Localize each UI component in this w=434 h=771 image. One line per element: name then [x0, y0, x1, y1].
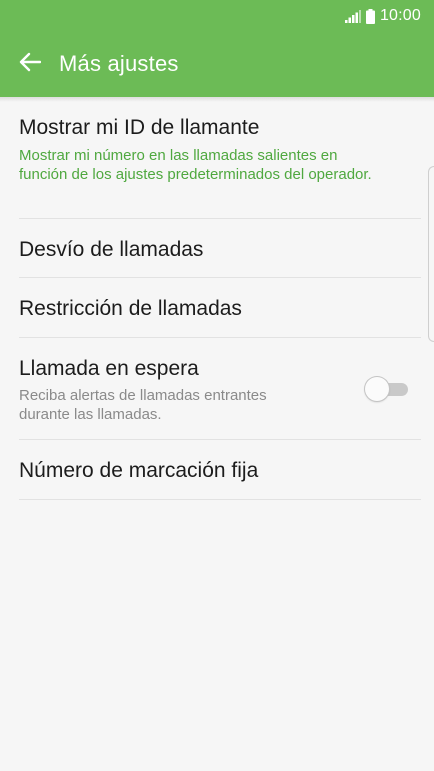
- back-button[interactable]: [12, 48, 48, 80]
- list-item-call-waiting[interactable]: Llamada en espera Reciba alertas de llam…: [19, 338, 421, 440]
- item-title: Llamada en espera: [19, 357, 199, 380]
- signal-icon: [344, 9, 361, 23]
- page-title: Más ajustes: [59, 51, 179, 76]
- status-time: 10:00: [379, 7, 421, 24]
- arrow-left-icon: [19, 52, 42, 77]
- edge-panel-handle[interactable]: [428, 166, 434, 342]
- item-title: Restricción de llamadas: [19, 297, 242, 320]
- settings-list: Mostrar mi ID de llamante Mostrar mi núm…: [0, 97, 434, 500]
- toggle-thumb: [365, 377, 389, 401]
- list-item-call-barring[interactable]: Restricción de llamadas: [19, 278, 421, 338]
- status-bar: 10:00: [0, 0, 434, 34]
- battery-icon: [365, 8, 375, 24]
- call-waiting-toggle[interactable]: [365, 376, 411, 402]
- list-item-call-forwarding[interactable]: Desvío de llamadas: [19, 219, 421, 278]
- item-subtitle: Reciba alertas de llamadas entrantes dur…: [19, 387, 267, 423]
- item-title: Número de marcación fija: [19, 459, 259, 482]
- item-title: Desvío de llamadas: [19, 238, 204, 261]
- item-title: Mostrar mi ID de llamante: [19, 116, 260, 139]
- item-subtitle: Mostrar mi número en las llamadas salien…: [19, 147, 372, 183]
- list-item-caller-id[interactable]: Mostrar mi ID de llamante Mostrar mi núm…: [19, 97, 421, 219]
- status-icons: 10:00: [344, 6, 421, 26]
- list-item-fixed-dialing[interactable]: Número de marcación fija: [19, 440, 421, 500]
- app-header: 10:00 Más ajustes: [0, 0, 434, 97]
- toolbar: Más ajustes: [0, 34, 434, 97]
